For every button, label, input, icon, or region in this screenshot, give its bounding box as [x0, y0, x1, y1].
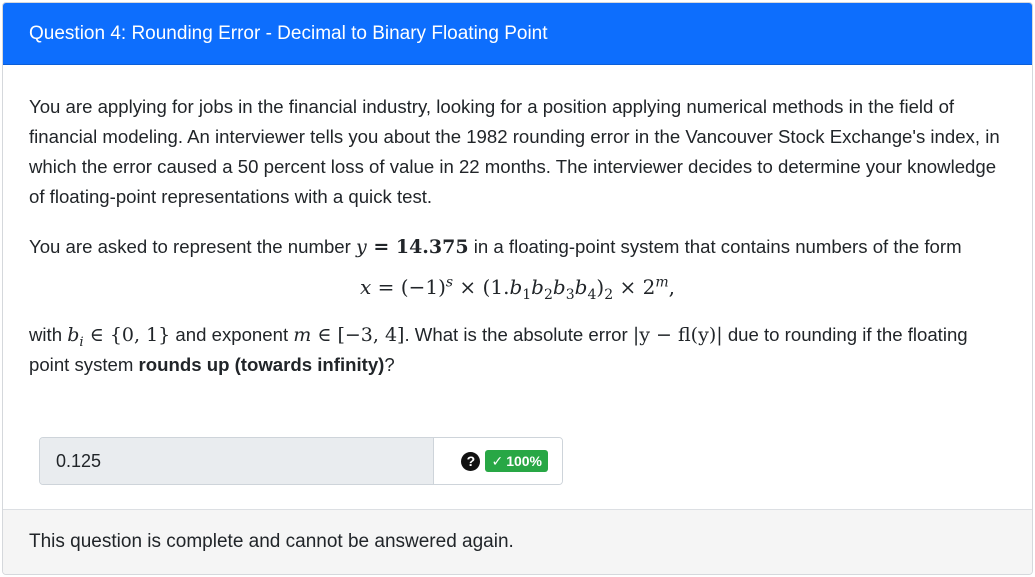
- question-card: Question 4: Rounding Error - Decimal to …: [2, 2, 1033, 575]
- question-intro-text: You are applying for jobs in the financi…: [29, 96, 1000, 207]
- answer-feedback-addon: ? ✓ 100%: [434, 438, 562, 484]
- completion-message: This question is complete and cannot be …: [29, 531, 514, 552]
- question-header: Question 4: Rounding Error - Decimal to …: [3, 3, 1032, 65]
- answer-input[interactable]: [40, 438, 434, 484]
- absolute-error-math: |y − fl(y)|: [632, 324, 723, 346]
- question-representation-text: You are asked to represent the number y …: [29, 236, 962, 258]
- question-title: Question 4: Rounding Error - Decimal to …: [29, 22, 548, 44]
- question-circle-icon[interactable]: ?: [461, 451, 481, 471]
- score-badge: ✓ 100%: [485, 450, 548, 472]
- question-footer: This question is complete and cannot be …: [3, 509, 1032, 574]
- question-prompt-text: with bi ∈ {0, 1} and exponent m ∈ [−3, 4…: [29, 324, 968, 375]
- rounding-mode-bold: rounds up (towards infinity): [138, 354, 385, 375]
- floating-point-form-equation: x = (−1)s × (1.b1b2b3b4)2 × 2m,: [360, 274, 675, 303]
- number-y-math: y = 14.375: [355, 236, 469, 258]
- answer-input-group: ? ✓ 100%: [39, 437, 563, 485]
- question-body: You are applying for jobs in the financi…: [3, 92, 1032, 380]
- check-icon: ✓: [491, 452, 504, 469]
- score-label: 100%: [506, 453, 542, 469]
